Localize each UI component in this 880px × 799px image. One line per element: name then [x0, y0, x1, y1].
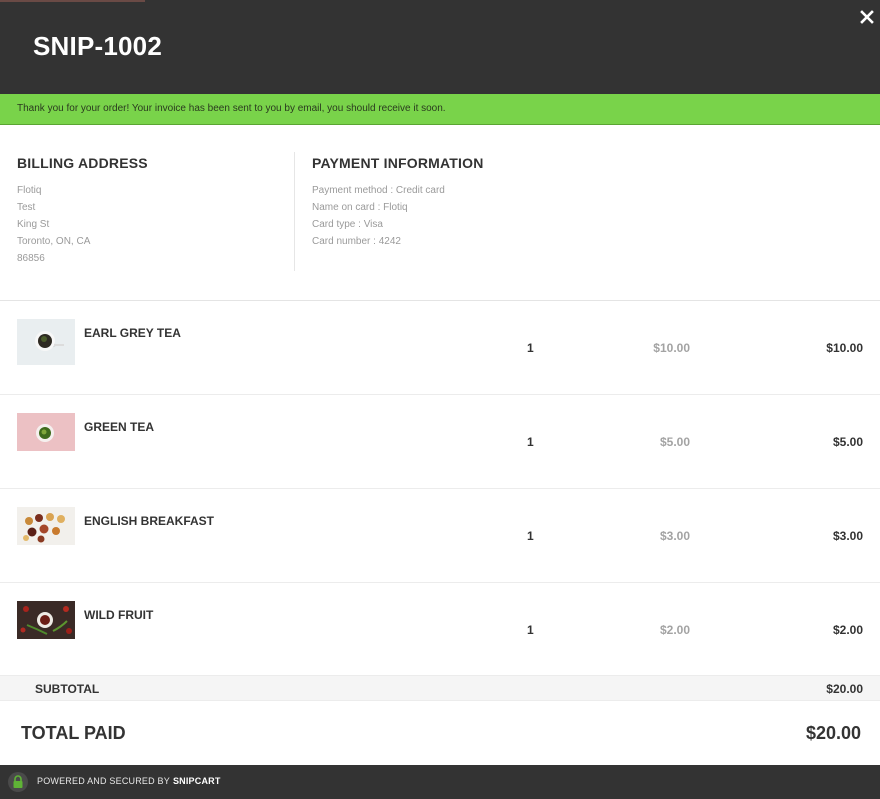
item-unit-price: $3.00 — [659, 529, 690, 543]
payment-line: Payment method : Credit card — [312, 185, 445, 196]
section-divider — [294, 152, 295, 271]
total-paid-value: $20.00 — [805, 723, 861, 743]
order-number-title: SNIP-1002 — [33, 31, 162, 61]
notice-text: Thank you for your order! Your invoice h… — [17, 103, 446, 114]
item-name: WILD FRUIT — [84, 608, 154, 622]
item-quantity: 1 — [527, 529, 534, 543]
item-unit-price: $10.00 — [653, 341, 690, 355]
billing-line: Test — [17, 202, 36, 213]
item-name: GREEN TEA — [84, 420, 155, 434]
subtotal-value: $20.00 — [826, 682, 863, 696]
payment-line: Name on card : Flotiq — [312, 202, 408, 213]
item-quantity: 1 — [527, 435, 534, 449]
payment-line: Card number : 4242 — [312, 236, 401, 247]
subtotal-row: SUBTOTAL $20.00 — [0, 675, 880, 701]
item-unit-price: $5.00 — [659, 435, 690, 449]
billing-line: King St — [17, 219, 50, 230]
item-total-price: $10.00 — [826, 341, 863, 355]
total-paid-label: TOTAL PAID — [21, 723, 126, 743]
billing-address-heading: BILLING ADDRESS — [17, 155, 148, 171]
snipcart-brand[interactable]: SNIPCART — [173, 776, 221, 786]
wild-fruit-image — [17, 601, 75, 647]
item-unit-price: $2.00 — [659, 623, 690, 637]
order-confirmation-notice: Thank you for your order! Your invoice h… — [0, 94, 880, 125]
item-total-price: $2.00 — [832, 623, 863, 637]
english-breakfast-image — [17, 507, 75, 553]
order-item-row: EARL GREY TEA 1 $10.00 $10.00 — [0, 301, 880, 395]
billing-address-section: BILLING ADDRESS Flotiq Test King St Toro… — [17, 155, 148, 269]
billing-line: Toronto, ON, CA — [17, 236, 91, 247]
lock-icon — [8, 772, 28, 792]
powered-by-label: POWERED AND SECURED BY — [37, 776, 170, 786]
order-item-row: GREEN TEA 1 $5.00 $5.00 — [0, 395, 880, 489]
payment-information-section: PAYMENT INFORMATION Payment method : Cre… — [312, 155, 484, 252]
order-item-row: ENGLISH BREAKFAST 1 $3.00 $3.00 — [0, 489, 880, 583]
item-name: ENGLISH BREAKFAST — [84, 514, 215, 528]
header-accent — [0, 0, 145, 2]
billing-line: Flotiq — [17, 185, 42, 196]
payment-information-heading: PAYMENT INFORMATION — [312, 155, 484, 171]
green-tea-image — [17, 413, 75, 459]
item-quantity: 1 — [527, 341, 534, 355]
total-paid-row: TOTAL PAID $20.00 — [0, 701, 880, 765]
item-total-price: $3.00 — [832, 529, 863, 543]
payment-line: Card type : Visa — [312, 219, 383, 230]
earl-grey-tea-image — [17, 319, 75, 365]
order-items-list: EARL GREY TEA 1 $10.00 $10.00 GREEN TEA … — [0, 300, 880, 658]
item-name: EARL GREY TEA — [84, 326, 181, 340]
subtotal-label: SUBTOTAL — [35, 682, 100, 696]
close-icon[interactable] — [858, 7, 876, 27]
powered-by-footer: POWERED AND SECURED BY SNIPCART — [0, 765, 880, 799]
powered-by-text: POWERED AND SECURED BY SNIPCART — [37, 776, 221, 786]
item-total-price: $5.00 — [832, 435, 863, 449]
modal-header: SNIP-1002 — [0, 0, 880, 94]
order-item-row: WILD FRUIT 1 $2.00 $2.00 — [0, 583, 880, 658]
item-quantity: 1 — [527, 623, 534, 637]
billing-line: 86856 — [17, 253, 45, 264]
